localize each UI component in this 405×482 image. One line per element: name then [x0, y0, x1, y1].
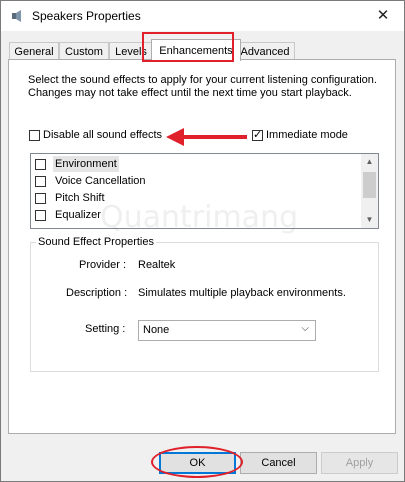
ok-button-highlight	[151, 446, 243, 478]
description-value: Simulates multiple playback environments…	[138, 287, 346, 299]
scroll-down-icon[interactable]: ▼	[361, 212, 378, 228]
red-arrow-icon	[166, 128, 184, 146]
enhancements-description: Select the sound effects to apply for yo…	[28, 74, 377, 99]
list-item-label: Voice Cancellation	[55, 175, 146, 187]
voice-cancellation-checkbox[interactable]	[35, 176, 46, 187]
provider-value: Realtek	[138, 259, 176, 271]
immediate-mode-checkbox[interactable]	[252, 128, 263, 141]
list-item-label: Equalizer	[55, 209, 101, 221]
setting-dropdown[interactable]: None ⌵	[138, 320, 316, 341]
red-arrow-shaft	[182, 135, 247, 139]
immediate-mode-label[interactable]: Immediate mode	[266, 129, 348, 141]
description-label: Description :	[66, 287, 128, 299]
speaker-icon	[12, 10, 21, 22]
disable-all-label[interactable]: Disable all sound effects	[43, 129, 162, 141]
watermark: Quantrimang	[100, 200, 299, 235]
list-scrollbar[interactable]: ▲ ▼	[361, 154, 378, 228]
title-bar[interactable]: Speakers Properties ✕	[1, 1, 404, 31]
list-item-label: Pitch Shift	[55, 192, 105, 204]
disable-all-checkbox[interactable]	[29, 130, 40, 141]
enhancements-tab-highlight	[142, 32, 234, 62]
tab-custom[interactable]: Custom	[59, 42, 109, 60]
scroll-thumb[interactable]	[363, 172, 376, 198]
group-title: Sound Effect Properties	[36, 236, 156, 248]
setting-label: Setting :	[85, 323, 126, 335]
apply-button[interactable]: Apply	[321, 452, 398, 474]
tab-advanced[interactable]: Advanced	[235, 42, 295, 60]
provider-label: Provider :	[79, 259, 127, 271]
cancel-button[interactable]: Cancel	[240, 452, 317, 474]
pitch-shift-checkbox[interactable]	[35, 193, 46, 204]
list-item-label: Environment	[53, 156, 119, 172]
scroll-up-icon[interactable]: ▲	[361, 154, 378, 170]
equalizer-checkbox[interactable]	[35, 210, 46, 221]
tab-general[interactable]: General	[9, 42, 59, 60]
chevron-down-icon[interactable]: ⌵	[301, 323, 309, 334]
close-icon[interactable]: ✕	[372, 5, 394, 27]
window-title: Speakers Properties	[32, 9, 141, 23]
environment-checkbox[interactable]	[35, 159, 46, 170]
setting-value: None	[143, 324, 170, 336]
